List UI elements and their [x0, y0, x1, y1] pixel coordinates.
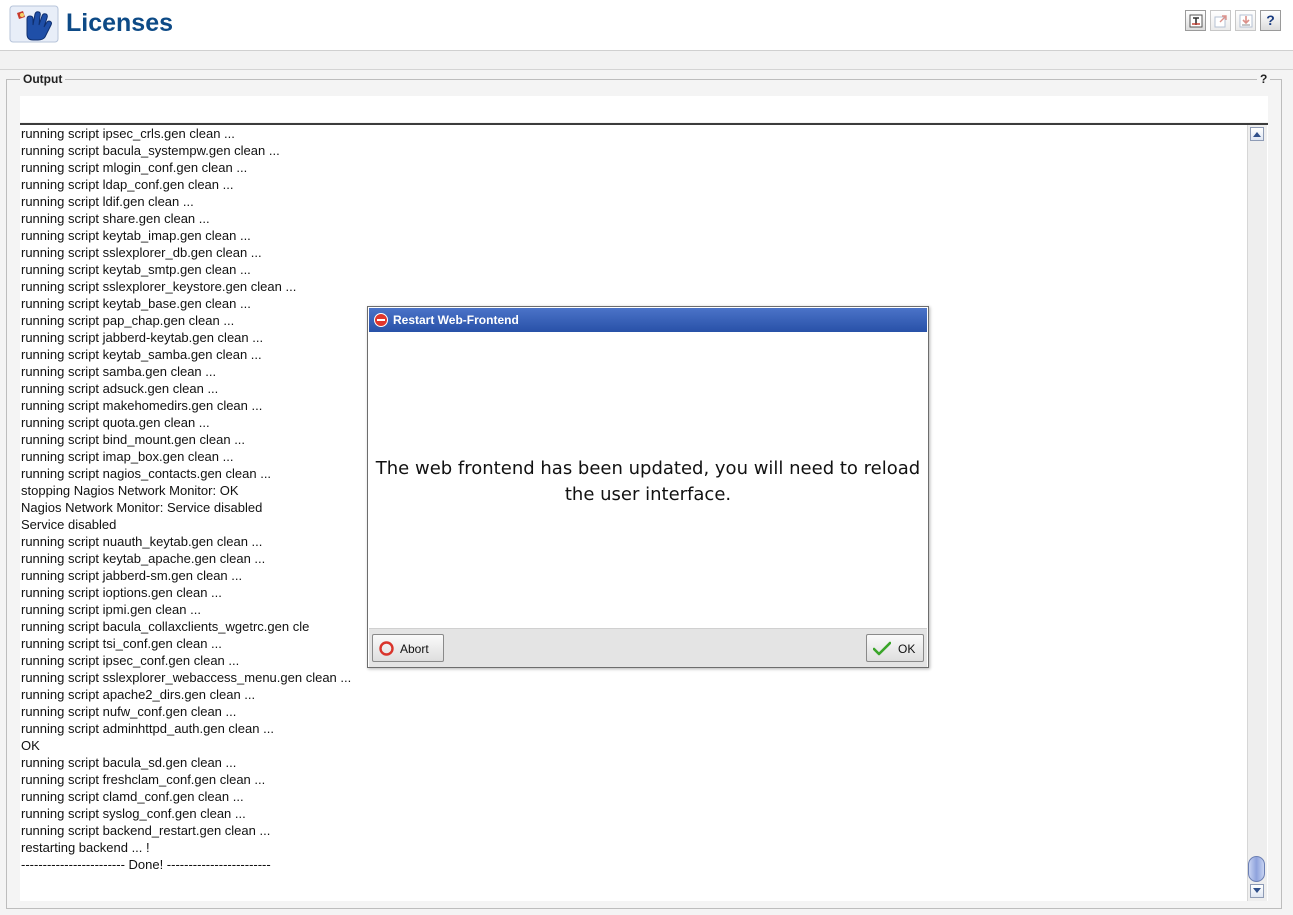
header-divider: [0, 51, 1293, 70]
scroll-down-button[interactable]: [1250, 884, 1264, 898]
abort-label: Abort: [400, 642, 429, 656]
arrow-up-icon: [1253, 132, 1261, 137]
log-line: OK: [21, 738, 40, 753]
dialog-title: Restart Web-Frontend: [393, 313, 519, 327]
export-button[interactable]: [1185, 10, 1206, 31]
output-legend: Output: [20, 72, 66, 86]
log-line: running script sslexplorer_keystore.gen …: [21, 279, 297, 294]
arrow-down-icon: [1253, 888, 1261, 893]
output-fieldset-border: [6, 79, 1282, 80]
scroll-thumb[interactable]: [1248, 856, 1265, 882]
scroll-up-button[interactable]: [1250, 127, 1264, 141]
popout-icon: [1214, 15, 1227, 28]
dialog-message: The web frontend has been updated, you w…: [368, 456, 928, 508]
log-line: running script keytab_smtp.gen clean ...: [21, 262, 251, 277]
log-line: running script clamd_conf.gen clean ...: [21, 789, 244, 804]
output-help-link[interactable]: ?: [1257, 72, 1271, 86]
restart-dialog: Restart Web-Frontend The web frontend ha…: [367, 306, 929, 668]
log-line: running script bacula_systempw.gen clean…: [21, 143, 280, 158]
log-line: running script syslog_conf.gen clean ...: [21, 806, 246, 821]
dialog-titlebar[interactable]: Restart Web-Frontend: [369, 308, 927, 332]
page-header: Licenses ?: [0, 0, 1293, 51]
checkmark-icon: [873, 641, 891, 656]
log-line: running script backend_restart.gen clean…: [21, 823, 271, 838]
log-line: restarting backend ... !: [21, 840, 150, 855]
log-line: running script sslexplorer_webaccess_men…: [21, 670, 352, 685]
page-title: Licenses: [66, 9, 174, 37]
log-line: running script nufw_conf.gen clean ...: [21, 704, 237, 719]
log-line: running script ipsec_crls.gen clean ...: [21, 126, 235, 141]
help-icon: ?: [1266, 12, 1275, 28]
log-line: running script apache2_dirs.gen clean ..…: [21, 687, 256, 702]
log-line: running script ldif.gen clean ...: [21, 194, 194, 209]
stop-icon: [374, 313, 388, 327]
ok-label: OK: [898, 642, 916, 656]
log-line: running script mlogin_conf.gen clean ...: [21, 160, 248, 175]
log-line: running script adminhttpd_auth.gen clean…: [21, 721, 274, 736]
save-button[interactable]: [1235, 10, 1256, 31]
output-status-bar: [20, 96, 1268, 122]
dialog-message-text: The web frontend has been updated, you w…: [375, 458, 921, 505]
save-icon: [1239, 14, 1253, 28]
abort-button[interactable]: Abort: [372, 634, 444, 662]
log-line: running script keytab_imap.gen clean ...: [21, 228, 251, 243]
dialog-footer: Abort OK: [369, 628, 927, 667]
export-icon: [1189, 14, 1203, 28]
log-line: running script bacula_sd.gen clean ...: [21, 755, 237, 770]
log-line: running script ldap_conf.gen clean ...: [21, 177, 234, 192]
ok-button[interactable]: OK: [866, 634, 924, 662]
log-line: running script freshclam_conf.gen clean …: [21, 772, 266, 787]
abort-icon: [379, 641, 394, 656]
log-line: running script share.gen clean ...: [21, 211, 210, 226]
log-line: running script sslexplorer_db.gen clean …: [21, 245, 262, 260]
vertical-scrollbar[interactable]: [1247, 125, 1267, 901]
help-button[interactable]: ?: [1260, 10, 1281, 31]
licenses-hand-icon: [9, 5, 59, 43]
log-line: ------------------------ Done! ---------…: [21, 857, 271, 872]
popout-button[interactable]: [1210, 10, 1231, 31]
